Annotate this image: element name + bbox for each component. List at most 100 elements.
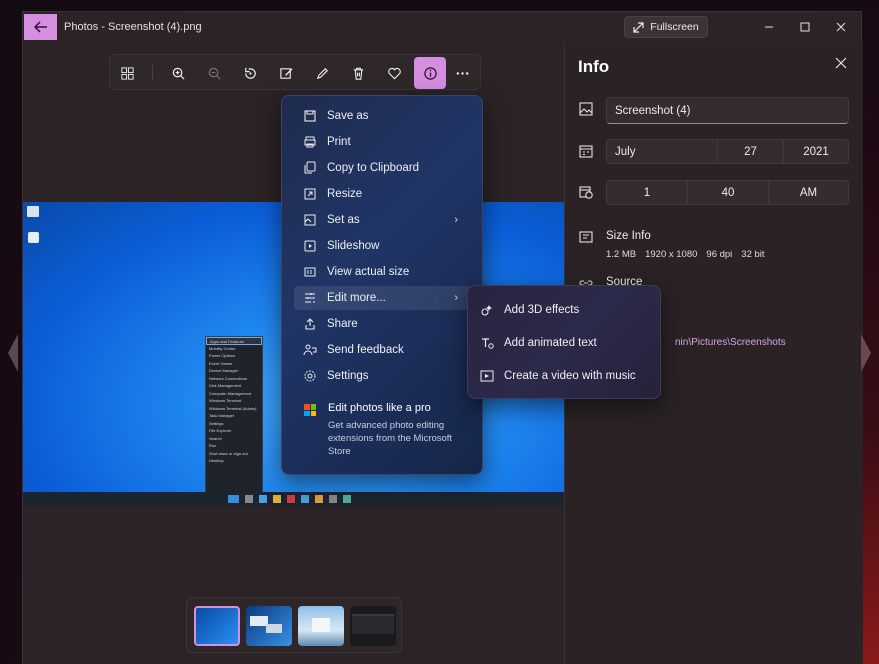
- print-icon: [303, 135, 317, 149]
- chevron-right-icon: ›: [454, 292, 458, 304]
- image-file-icon: [579, 102, 593, 116]
- zoom-in-button[interactable]: [166, 61, 190, 85]
- dimensions: 1920 x 1080: [645, 249, 698, 260]
- microsoft-store-icon: [304, 404, 316, 416]
- start-context-menu-preview: Apps and Features Mobility Center Power Op…: [205, 336, 263, 494]
- thumbnail-2[interactable]: [246, 606, 292, 646]
- taskbar-preview: [23, 492, 566, 506]
- menu-item-print[interactable]: Print: [294, 130, 472, 154]
- time-hour[interactable]: 1: [607, 181, 688, 204]
- menu-item-label: View actual size: [327, 266, 410, 278]
- maximize-button[interactable]: [793, 17, 817, 37]
- size-details: 1.2 MB 1920 x 1080 96 dpi 32 bit: [606, 249, 765, 260]
- menu-item-resize[interactable]: Resize: [294, 182, 472, 206]
- submenu-item-add-3d-effects[interactable]: Add 3D effects: [476, 298, 654, 322]
- zoom-in-icon: [172, 67, 185, 80]
- menu-item-edit-more[interactable]: Edit more... ›: [294, 286, 472, 310]
- back-button[interactable]: [24, 14, 57, 40]
- menu-item-copy-to-clipboard[interactable]: Copy to Clipboard: [294, 156, 472, 180]
- edit-more-icon: [303, 291, 317, 305]
- start-menu-preview-item: Windows Terminal (Admin): [209, 405, 257, 411]
- start-menu-preview-item: Computer Management: [209, 390, 252, 396]
- menu-item-save-as[interactable]: Save as: [294, 104, 472, 128]
- filmstrip: [186, 597, 402, 653]
- promo-title: Edit photos like a pro: [328, 402, 431, 414]
- minimize-button[interactable]: [757, 17, 781, 37]
- submenu-item-label: Create a video with music: [504, 370, 636, 382]
- menu-item-slideshow[interactable]: Slideshow: [294, 234, 472, 258]
- zoom-out-icon: [208, 67, 221, 80]
- start-menu-preview-item: Search: [209, 435, 222, 441]
- submenu-item-label: Add 3D effects: [504, 304, 580, 316]
- calendar-icon: [579, 145, 593, 158]
- delete-icon: [353, 67, 363, 80]
- toolbar-separator: [152, 65, 153, 81]
- start-menu-preview-item: Mobility Center: [209, 345, 236, 351]
- copy-icon: [303, 161, 317, 175]
- menu-item-settings[interactable]: Settings: [294, 364, 472, 388]
- minimize-icon: [765, 26, 773, 28]
- menu-item-view-actual-size[interactable]: View actual size: [294, 260, 472, 284]
- start-menu-preview-item: Event Viewer: [209, 360, 233, 366]
- menu-item-label: Slideshow: [327, 240, 380, 252]
- more-options-menu: Edit photos like a pro Get advanced phot…: [281, 95, 483, 475]
- next-image-icon[interactable]: [859, 332, 873, 374]
- delete-button[interactable]: [346, 61, 370, 85]
- zoom-out-button[interactable]: [202, 61, 226, 85]
- thumbnail-3[interactable]: [298, 606, 344, 646]
- close-info-button[interactable]: [835, 57, 847, 69]
- info-button[interactable]: [414, 57, 446, 89]
- 3d-effects-icon: [480, 303, 494, 317]
- menu-item-label: Print: [327, 136, 351, 148]
- draw-button[interactable]: [310, 61, 334, 85]
- slideshow-icon: [303, 239, 317, 253]
- feedback-icon: [303, 343, 317, 357]
- more-button[interactable]: [450, 61, 474, 85]
- favorite-icon: [387, 67, 401, 79]
- start-menu-preview-item: Settings: [209, 420, 224, 426]
- file-name-field[interactable]: Screenshot (4): [606, 97, 849, 124]
- menu-item-send-feedback[interactable]: Send feedback: [294, 338, 472, 362]
- menu-item-label: Set as: [327, 214, 360, 226]
- submenu-item-add-animated-text[interactable]: Add animated text: [476, 331, 654, 355]
- image-toolbar: [109, 54, 481, 90]
- previous-image-icon[interactable]: [6, 332, 20, 374]
- edit-image-button[interactable]: [274, 61, 298, 85]
- start-menu-preview-item: Run: [209, 443, 217, 448]
- animated-text-icon: [480, 336, 494, 350]
- menu-item-label: Share: [327, 318, 358, 330]
- start-menu-preview-item: Desktop: [209, 458, 224, 463]
- more-icon: [456, 71, 468, 75]
- crop-button[interactable]: [115, 61, 139, 85]
- arrow-left-icon: [33, 21, 47, 33]
- share-icon: [303, 317, 317, 331]
- edit-image-icon: [279, 67, 293, 79]
- menu-item-share[interactable]: Share: [294, 312, 472, 336]
- menu-item-set-as[interactable]: Set as ›: [294, 208, 472, 232]
- thumbnail-4[interactable]: [350, 606, 396, 646]
- crop-icon: [120, 66, 134, 80]
- source-path-link[interactable]: nin\Pictures\Screenshots: [675, 337, 786, 348]
- close-window-button[interactable]: [829, 17, 853, 37]
- favorite-button[interactable]: [382, 61, 406, 85]
- date-day[interactable]: 27: [718, 140, 784, 163]
- time-picker[interactable]: 1 40 AM: [606, 180, 849, 205]
- date-year[interactable]: 2021: [784, 140, 848, 163]
- menu-item-label: Copy to Clipboard: [327, 162, 420, 174]
- fullscreen-button[interactable]: Fullscreen: [624, 16, 708, 38]
- submenu-item-label: Add animated text: [504, 337, 597, 349]
- thumbnail-1[interactable]: [194, 606, 240, 646]
- time-ampm[interactable]: AM: [769, 181, 848, 204]
- fullscreen-label: Fullscreen: [650, 21, 699, 33]
- maximize-icon: [800, 22, 810, 32]
- clock-calendar-icon: [579, 186, 593, 199]
- size-info-label: Size Info: [606, 230, 651, 242]
- bit-depth: 32 bit: [741, 249, 765, 260]
- time-minute[interactable]: 40: [688, 181, 769, 204]
- size-info-icon: [579, 231, 593, 243]
- rotate-button[interactable]: [238, 61, 262, 85]
- submenu-item-create-a-video-with-music[interactable]: Create a video with music: [476, 364, 654, 388]
- date-month[interactable]: July: [607, 140, 718, 163]
- date-picker[interactable]: July 27 2021: [606, 139, 849, 164]
- close-icon: [836, 22, 846, 32]
